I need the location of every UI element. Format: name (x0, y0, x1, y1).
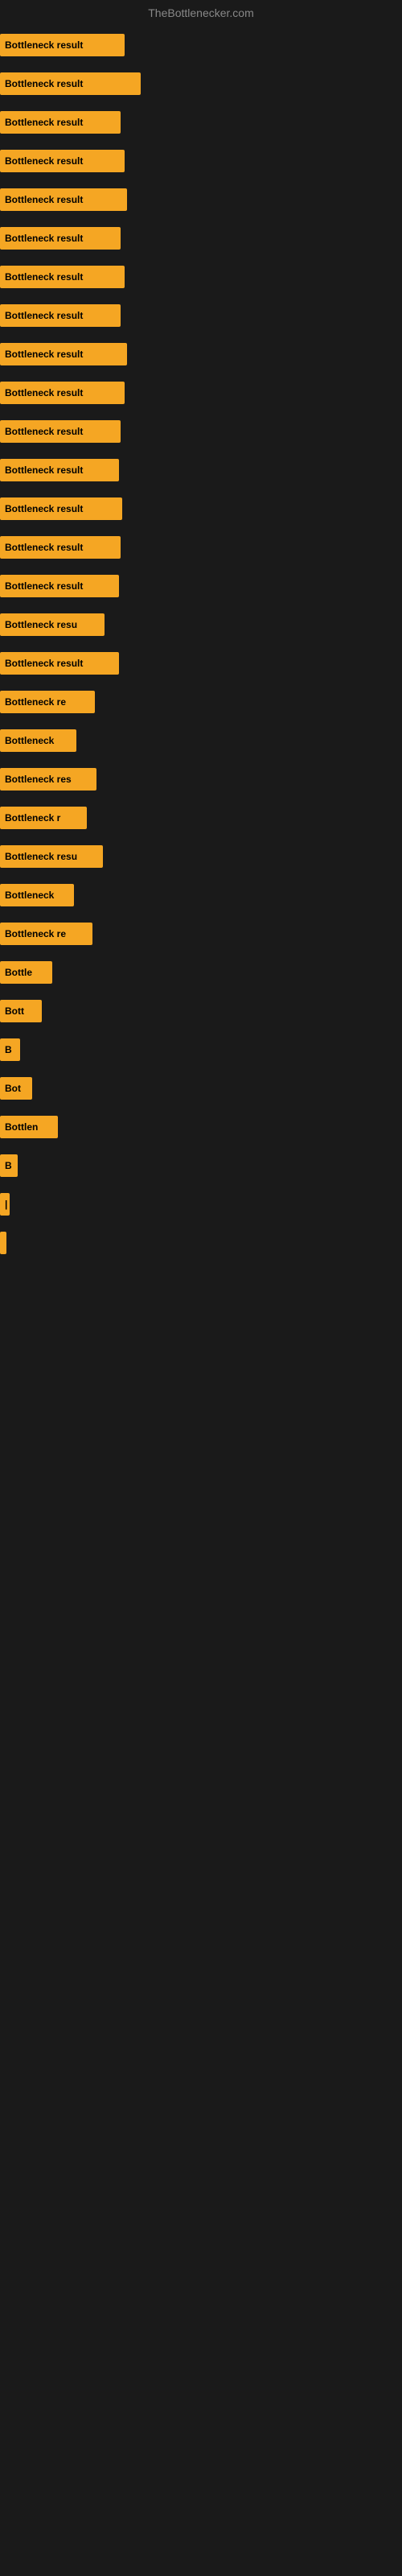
bar-label: Bottleneck result (5, 194, 83, 205)
bar-row: Bottleneck res (0, 760, 402, 799)
bottleneck-bar (0, 1232, 6, 1254)
bottleneck-bar: Bottleneck resu (0, 845, 103, 868)
bottleneck-bar: | (0, 1193, 10, 1216)
bar-row: Bottleneck result (0, 374, 402, 412)
bar-label: Bott (5, 1005, 24, 1017)
bar-row: Bottleneck r (0, 799, 402, 837)
bottleneck-bar: Bottleneck result (0, 575, 119, 597)
bar-label: Bottlen (5, 1121, 38, 1133)
bar-label: Bottleneck result (5, 271, 83, 283)
bar-row: Bottleneck result (0, 142, 402, 180)
bar-label: Bottleneck result (5, 503, 83, 514)
bar-row: Bot (0, 1069, 402, 1108)
bar-label: Bottleneck result (5, 78, 83, 89)
bottleneck-bar: Bottleneck result (0, 227, 121, 250)
bar-row: Bottleneck result (0, 26, 402, 64)
bar-label: Bottleneck resu (5, 619, 77, 630)
bottleneck-bar: Bottleneck result (0, 34, 125, 56)
bar-row: Bottleneck resu (0, 605, 402, 644)
bar-row: Bottleneck result (0, 412, 402, 451)
bar-label: Bottleneck result (5, 349, 83, 360)
bar-row: Bottleneck result (0, 451, 402, 489)
bottleneck-bar: Bottleneck result (0, 72, 141, 95)
site-title: TheBottlenecker.com (0, 0, 402, 26)
bar-label: Bottleneck re (5, 696, 66, 708)
bar-row: Bottleneck result (0, 258, 402, 296)
bottleneck-bar: Bottleneck (0, 884, 74, 906)
bottleneck-bar: Bottleneck result (0, 343, 127, 365)
bottleneck-bar: Bottleneck result (0, 188, 127, 211)
bottleneck-bar: Bottlen (0, 1116, 58, 1138)
bottleneck-bar: Bottleneck result (0, 497, 122, 520)
bar-row (0, 1262, 402, 1278)
bar-row (0, 1278, 402, 1294)
bar-row: Bottleneck result (0, 296, 402, 335)
bar-row: Bottleneck re (0, 683, 402, 721)
bar-row: Bottleneck result (0, 103, 402, 142)
bar-row: Bottleneck resu (0, 837, 402, 876)
bar-label: Bottleneck res (5, 774, 72, 785)
bar-row: Bottleneck result (0, 335, 402, 374)
bar-label: Bottleneck result (5, 387, 83, 398)
bar-label: Bottleneck (5, 890, 54, 901)
bottleneck-bar: Bottle (0, 961, 52, 984)
bar-row: B (0, 1146, 402, 1185)
bar-row (0, 1294, 402, 1311)
bar-row: Bottleneck (0, 876, 402, 914)
bottleneck-bar: Bottleneck result (0, 420, 121, 443)
bottleneck-bar: B (0, 1038, 20, 1061)
bar-label: Bottleneck result (5, 464, 83, 476)
bar-label: Bottleneck result (5, 117, 83, 128)
bottleneck-bar: Bot (0, 1077, 32, 1100)
bar-label: Bottleneck re (5, 928, 66, 939)
bottleneck-bar: Bottleneck (0, 729, 76, 752)
bottleneck-bar: Bottleneck result (0, 459, 119, 481)
bar-row: | (0, 1185, 402, 1224)
bar-label: Bottleneck result (5, 580, 83, 592)
bar-row: B (0, 1030, 402, 1069)
bottleneck-bar: Bottleneck resu (0, 613, 105, 636)
bar-label: Bottleneck result (5, 658, 83, 669)
bar-row: Bottleneck result (0, 528, 402, 567)
bottleneck-bar: Bottleneck result (0, 536, 121, 559)
bottleneck-bar: Bottleneck result (0, 652, 119, 675)
bar-row: Bottleneck result (0, 644, 402, 683)
bar-label: Bot (5, 1083, 21, 1094)
bar-row: Bottleneck result (0, 219, 402, 258)
bar-label: Bottleneck r (5, 812, 60, 824)
bar-row: Bott (0, 992, 402, 1030)
bottleneck-bar: Bottleneck result (0, 382, 125, 404)
bar-label: Bottleneck (5, 735, 54, 746)
bar-label: B (5, 1044, 12, 1055)
bar-label: B (5, 1160, 12, 1171)
bottleneck-bar: Bottleneck result (0, 266, 125, 288)
bar-label: Bottleneck result (5, 542, 83, 553)
bar-label: Bottleneck result (5, 426, 83, 437)
bottleneck-bar: Bottleneck re (0, 923, 92, 945)
bottleneck-bar: Bottleneck res (0, 768, 96, 791)
bottleneck-bar: B (0, 1154, 18, 1177)
bottleneck-bar: Bottleneck re (0, 691, 95, 713)
bar-row: Bottleneck (0, 721, 402, 760)
bar-row: Bottleneck result (0, 567, 402, 605)
bottleneck-bar: Bottleneck result (0, 111, 121, 134)
bottleneck-bar: Bott (0, 1000, 42, 1022)
bar-label: Bottleneck resu (5, 851, 77, 862)
bar-label: Bottleneck result (5, 155, 83, 167)
bar-row: Bottleneck result (0, 180, 402, 219)
bar-row: Bottleneck re (0, 914, 402, 953)
bar-label: Bottleneck result (5, 39, 83, 51)
bar-label: | (5, 1199, 7, 1210)
bottleneck-bar: Bottleneck result (0, 304, 121, 327)
bottleneck-bar: Bottleneck r (0, 807, 87, 829)
bar-label: Bottle (5, 967, 32, 978)
bar-label: Bottleneck result (5, 233, 83, 244)
bar-row: Bottleneck result (0, 489, 402, 528)
bar-row: Bottle (0, 953, 402, 992)
bar-label: Bottleneck result (5, 310, 83, 321)
bar-row (0, 1224, 402, 1262)
bottleneck-bar: Bottleneck result (0, 150, 125, 172)
bar-row: Bottlen (0, 1108, 402, 1146)
bar-row: Bottleneck result (0, 64, 402, 103)
